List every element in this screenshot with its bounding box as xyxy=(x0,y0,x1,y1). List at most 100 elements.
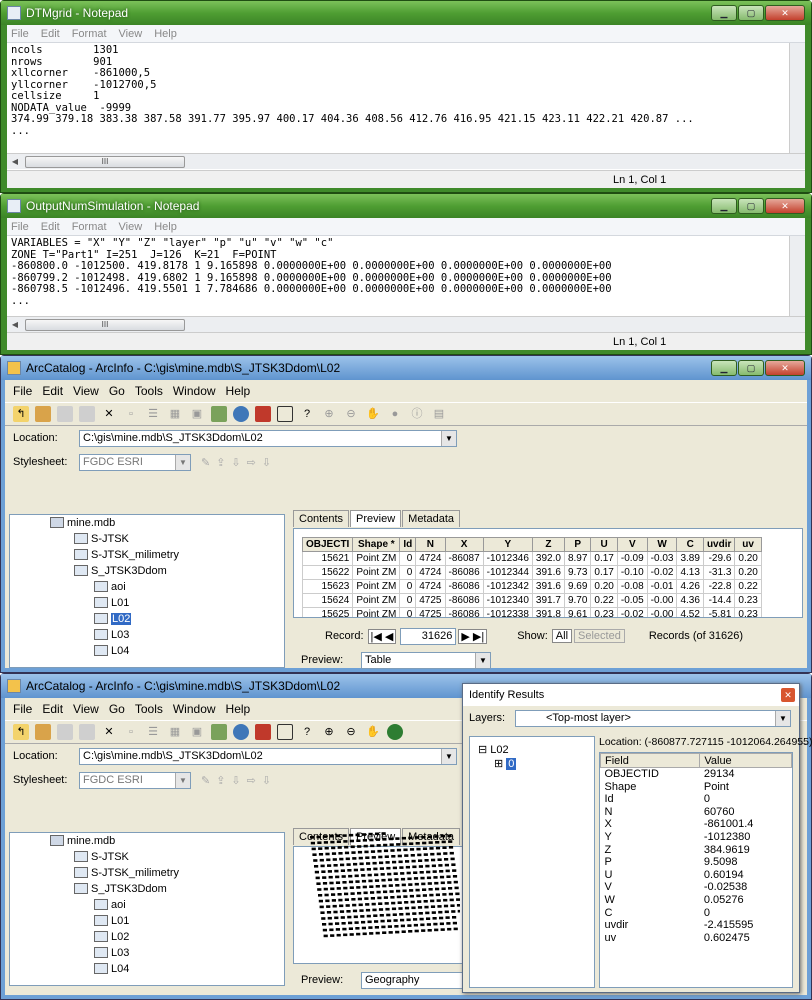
title-bar[interactable]: OutputNumSimulation - Notepad ▁ ▢ ✕ xyxy=(1,194,811,218)
menu-tools[interactable]: Tools xyxy=(135,702,163,716)
zoom-in-icon[interactable]: ⊕ xyxy=(321,724,337,740)
scroll-left-arrow-icon[interactable]: ◀ xyxy=(7,320,23,329)
layers-combo[interactable]: <Top-most layer> ▼ xyxy=(515,709,791,727)
identify-tree[interactable]: ⊟ L02 ⊞ 0 xyxy=(469,736,595,988)
text-area[interactable]: ncols 1301 nrows 901 xllcorner -861000,5 yl… xyxy=(7,43,805,139)
expand-icon[interactable]: ⊞ xyxy=(494,758,503,770)
list-icon[interactable]: ☰ xyxy=(145,406,161,422)
identify-title-bar[interactable]: Identify Results ✕ xyxy=(463,684,799,706)
paste-icon[interactable] xyxy=(79,724,95,740)
menu-file[interactable]: File xyxy=(11,221,29,233)
menu-go[interactable]: Go xyxy=(109,702,125,716)
up-one-level-icon[interactable]: ↰ xyxy=(13,406,29,422)
minimize-button[interactable]: ▁ xyxy=(711,198,737,214)
menu-go[interactable]: Go xyxy=(109,384,125,398)
column-header[interactable]: uv xyxy=(734,537,762,552)
title-bar[interactable]: ArcCatalog - ArcInfo - C:\gis\mine.mdb\S… xyxy=(1,356,811,380)
column-header[interactable]: uvdir xyxy=(702,537,736,552)
scroll-thumb[interactable]: III xyxy=(25,318,185,331)
full-extent-icon[interactable]: ● xyxy=(387,406,403,422)
table-row[interactable]: 15622 Point ZM 0 4724 -86086 -1012344 391.6 9.7… xyxy=(301,565,762,580)
menu-file[interactable]: File xyxy=(13,702,32,716)
tree-item[interactable]: L01 xyxy=(94,595,129,611)
menu-edit[interactable]: Edit xyxy=(42,384,63,398)
column-header[interactable]: U xyxy=(590,537,618,552)
tab-preview[interactable]: Preview xyxy=(350,510,402,527)
tree-item-mine-mdb[interactable]: mine.mdb xyxy=(50,833,115,849)
next-record-button[interactable]: ▶ ▶| xyxy=(458,628,488,644)
vertical-scrollbar[interactable] xyxy=(789,236,805,316)
close-button[interactable]: ✕ xyxy=(765,360,805,376)
minimize-button[interactable]: ▁ xyxy=(711,360,737,376)
chevron-down-icon[interactable]: ▼ xyxy=(475,652,490,668)
menu-tools[interactable]: Tools xyxy=(135,384,163,398)
column-header[interactable]: OBJECTI xyxy=(301,537,354,552)
zoom-out-icon[interactable]: ⊖ xyxy=(343,724,359,740)
tree-item[interactable]: L04 xyxy=(94,961,129,977)
tree-item[interactable]: S-JTSK xyxy=(74,531,129,547)
first-record-button[interactable]: |◀ ◀ xyxy=(367,628,397,644)
collapse-icon[interactable]: ⊟ xyxy=(478,744,487,756)
tree-item[interactable]: S_JTSK3Ddom xyxy=(74,563,167,579)
show-all-button[interactable]: All xyxy=(551,629,573,643)
column-header[interactable]: Y xyxy=(482,537,533,552)
maximize-button[interactable]: ▢ xyxy=(738,198,764,214)
zoom-out-icon[interactable]: ⊖ xyxy=(343,406,359,422)
column-header[interactable]: Id xyxy=(399,537,417,552)
menu-view[interactable]: View xyxy=(73,384,99,398)
column-header[interactable]: Shape * xyxy=(352,537,401,552)
connect-folder-icon[interactable] xyxy=(35,724,51,740)
menu-view[interactable]: View xyxy=(119,28,143,40)
value-column-header[interactable]: Value xyxy=(699,753,792,768)
search-icon[interactable] xyxy=(233,724,249,740)
column-header[interactable]: C xyxy=(676,537,704,552)
menu-help[interactable]: Help xyxy=(154,28,177,40)
copy-icon[interactable] xyxy=(57,406,73,422)
identify-icon[interactable]: ⓘ xyxy=(409,406,425,422)
close-button[interactable]: ✕ xyxy=(765,198,805,214)
details-icon[interactable]: ▦ xyxy=(167,724,183,740)
show-selected-button[interactable]: Selected xyxy=(574,629,625,643)
column-header[interactable]: V xyxy=(616,537,648,552)
chevron-down-icon[interactable]: ▼ xyxy=(175,772,190,788)
vertical-scrollbar[interactable] xyxy=(789,43,805,153)
stylesheet-combo[interactable]: FGDC ESRI ▼ xyxy=(79,771,191,789)
chevron-down-icon[interactable]: ▼ xyxy=(775,710,790,726)
command-line-icon[interactable] xyxy=(277,724,293,740)
menu-edit[interactable]: Edit xyxy=(41,28,60,40)
menu-view[interactable]: View xyxy=(119,221,143,233)
preview-combo[interactable]: Geography xyxy=(361,971,465,989)
tree-item[interactable]: S-JTSK_milimetry xyxy=(74,865,179,881)
maximize-button[interactable]: ▢ xyxy=(738,5,764,21)
paste-icon[interactable] xyxy=(79,406,95,422)
column-header[interactable]: Z xyxy=(531,537,565,552)
tree-item[interactable]: S-JTSK_milimetry xyxy=(74,547,179,563)
menu-window[interactable]: Window xyxy=(173,702,216,716)
column-header[interactable]: P xyxy=(563,537,592,552)
connect-folder-icon[interactable] xyxy=(35,406,51,422)
menu-edit[interactable]: Edit xyxy=(42,702,63,716)
tree-item[interactable]: S-JTSK xyxy=(74,849,129,865)
command-line-icon[interactable] xyxy=(277,406,293,422)
menu-format[interactable]: Format xyxy=(72,28,107,40)
menu-file[interactable]: File xyxy=(11,28,29,40)
list-icon[interactable]: ☰ xyxy=(145,724,161,740)
horizontal-scrollbar[interactable]: ◀ III xyxy=(7,316,805,332)
location-combo[interactable]: C:\gis\mine.mdb\S_JTSK3Ddom\L02 ▼ xyxy=(79,429,457,447)
scroll-left-arrow-icon[interactable]: ◀ xyxy=(7,157,23,166)
create-thumbnail-icon[interactable]: ▤ xyxy=(431,406,447,422)
menu-help[interactable]: Help xyxy=(226,702,251,716)
delete-icon[interactable]: ✕ xyxy=(101,724,117,740)
identify-attributes[interactable]: Field Value OBJECTID 29134 Shape Point Id 0 N 60… xyxy=(599,752,793,988)
table-row[interactable]: 15623 Point ZM 0 4724 -86086 -1012342 391.6 9.6… xyxy=(301,579,762,594)
chevron-down-icon[interactable]: ▼ xyxy=(175,454,190,470)
location-combo[interactable]: C:\gis\mine.mdb\S_JTSK3Ddom\L02 ▼ xyxy=(79,747,457,765)
tree-item[interactable]: L03 xyxy=(94,627,129,643)
horizontal-scrollbar[interactable]: ◀ III xyxy=(7,153,805,169)
column-header[interactable]: W xyxy=(646,537,678,552)
close-button[interactable]: ✕ xyxy=(765,5,805,21)
whats-this-icon[interactable]: ? xyxy=(299,724,315,740)
tree-item[interactable]: L04 xyxy=(94,643,129,659)
catalog-tree[interactable]: mine.mdb S-JTSK S-JTSK_milimetry S_JTSK3… xyxy=(9,514,285,668)
menu-view[interactable]: View xyxy=(73,702,99,716)
